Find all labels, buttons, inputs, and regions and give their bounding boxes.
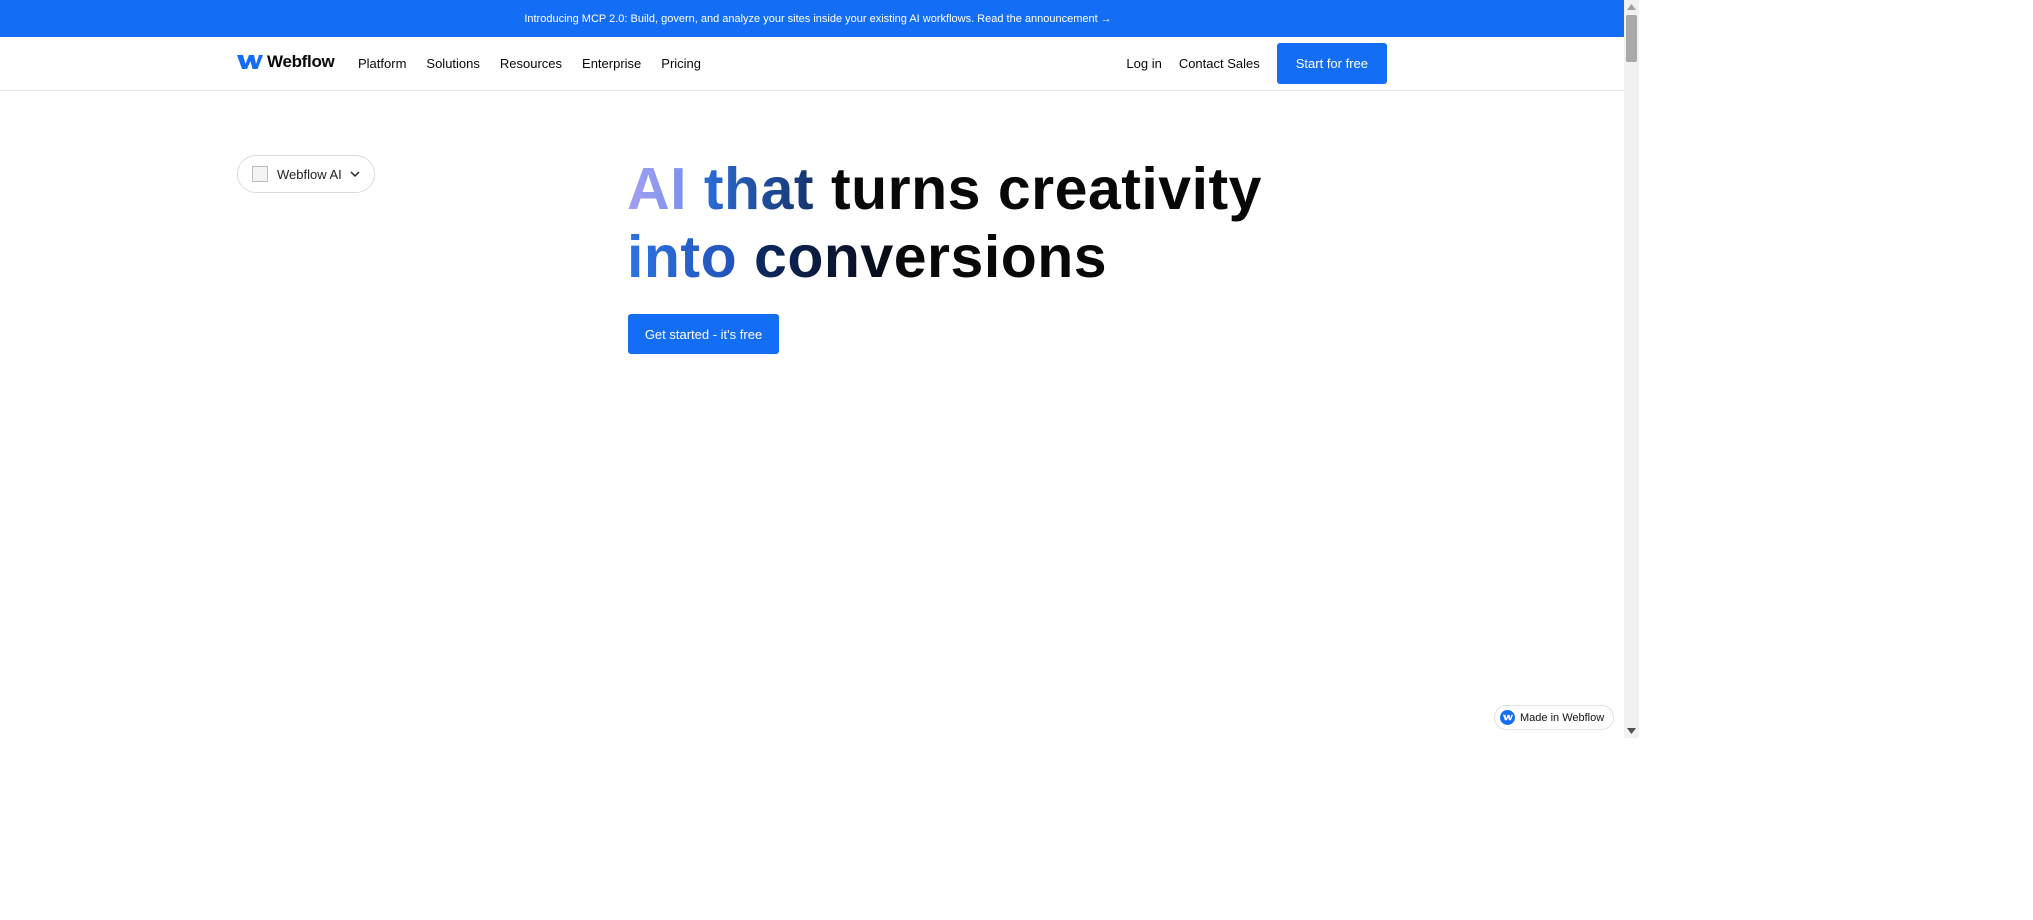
broken-image-icon	[252, 166, 268, 182]
hero-word-into: into	[627, 224, 738, 290]
arrow-right-icon: →	[1100, 12, 1112, 25]
start-for-free-button[interactable]: Start for free	[1276, 43, 1387, 84]
browser-viewport: Introducing MCP 2.0: Build, govern, and …	[0, 0, 1624, 738]
announcement-bar[interactable]: Introducing MCP 2.0: Build, govern, and …	[0, 0, 1624, 37]
hero-word-ai: AI	[627, 156, 687, 222]
get-started-button[interactable]: Get started - it's free	[628, 314, 779, 354]
hero-line-1: AI that turns creativity	[627, 155, 1347, 223]
nav-resources[interactable]: Resources	[500, 56, 562, 71]
contact-sales-link[interactable]: Contact Sales	[1179, 56, 1260, 71]
announcement-text: Introducing MCP 2.0: Build, govern, and …	[524, 12, 1098, 25]
nav-links: Platform Solutions Resources Enterprise …	[358, 37, 721, 90]
hero-line-2: into conversions	[627, 223, 1347, 291]
chevron-down-icon	[350, 171, 360, 178]
product-dropdown[interactable]: Webflow AI	[237, 155, 375, 193]
hero-heading: AI that turns creativity into conversion…	[627, 155, 1347, 291]
logo-text: Webflow	[267, 52, 335, 71]
hero-words-turns-creativity: turns creativity	[830, 156, 1262, 222]
webflow-logo-icon	[237, 55, 263, 69]
hero-word-that: that	[703, 156, 815, 222]
made-in-webflow-badge[interactable]: Made in Webflow	[1494, 705, 1614, 730]
nav-right: Log in Contact Sales Start for free	[1109, 37, 1387, 90]
webflow-logo[interactable]: Webflow	[237, 52, 335, 72]
product-dropdown-label: Webflow AI	[277, 166, 342, 182]
webflow-badge-icon	[1500, 710, 1515, 725]
scrollbar-thumb[interactable]	[1626, 15, 1637, 62]
main-nav: Webflow Platform Solutions Resources Ent…	[0, 37, 1624, 91]
scroll-up-arrow-icon[interactable]	[1624, 0, 1639, 14]
nav-platform[interactable]: Platform	[358, 56, 406, 71]
nav-enterprise[interactable]: Enterprise	[582, 56, 641, 71]
nav-solutions[interactable]: Solutions	[426, 56, 479, 71]
badge-label: Made in Webflow	[1520, 711, 1605, 724]
login-link[interactable]: Log in	[1126, 56, 1161, 71]
scroll-down-arrow-icon[interactable]	[1624, 724, 1639, 738]
vertical-scrollbar[interactable]	[1624, 0, 1639, 738]
nav-pricing[interactable]: Pricing	[661, 56, 701, 71]
hero-word-conversions: conversions	[754, 224, 1108, 290]
